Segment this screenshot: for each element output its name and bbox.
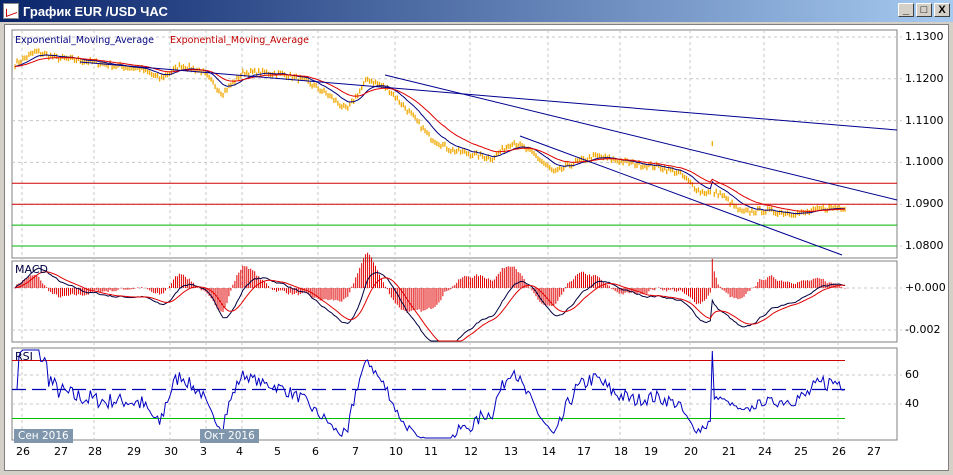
rsi-line <box>15 349 846 439</box>
date-tick: 14 <box>542 445 556 458</box>
date-tick: 28 <box>88 445 102 458</box>
rsi-tick: 60 <box>905 368 919 381</box>
price-tick: 1.1300 <box>905 30 944 43</box>
chart-canvas[interactable] <box>0 0 953 475</box>
date-tick: 7 <box>352 445 359 458</box>
legend-ema-slow: Exponential_Moving_Average <box>170 35 310 46</box>
legend-ema-fast: Exponential_Moving_Average <box>15 35 155 46</box>
price-tick: 1.0800 <box>905 239 944 252</box>
price-tick: 1.1000 <box>905 155 944 169</box>
price-tick: 1.1200 <box>905 71 944 85</box>
ema-slow-line <box>14 57 845 212</box>
date-tick: 21 <box>722 445 736 458</box>
date-tick: 24 <box>758 445 772 458</box>
date-tick: 11 <box>424 445 438 458</box>
date-tick: 27 <box>867 445 881 458</box>
month-badge: Окт 2016 <box>200 429 259 443</box>
rsi-label: RSI <box>15 350 33 363</box>
date-tick: 18 <box>614 445 628 458</box>
price-bars <box>14 48 846 218</box>
date-tick: 30 <box>164 445 178 458</box>
macd-signal-line <box>14 271 846 342</box>
date-tick: 12 <box>464 445 478 458</box>
date-tick: 3 <box>200 445 207 458</box>
trend-line <box>519 135 843 256</box>
date-tick: 27 <box>54 445 68 458</box>
price-tick: 1.0900 <box>905 197 944 211</box>
macd-histogram <box>16 252 846 313</box>
date-tick: 19 <box>644 445 658 458</box>
macd-tick: -0.002 <box>905 323 941 336</box>
rsi-tick: 40 <box>905 397 919 410</box>
macd-label: MACD <box>15 263 48 276</box>
date-tick: 10 <box>389 445 403 458</box>
date-tick: 4 <box>236 445 243 458</box>
trend-line <box>79 61 898 131</box>
price-tick: 1.1100 <box>905 113 944 127</box>
date-tick: 5 <box>274 445 281 458</box>
date-tick: 17 <box>577 445 591 458</box>
date-tick: 25 <box>794 445 808 458</box>
month-badge: Сен 2016 <box>14 429 73 443</box>
date-tick: 6 <box>312 445 319 458</box>
date-tick: 13 <box>504 445 518 458</box>
date-tick: 20 <box>684 445 698 458</box>
date-tick: 26 <box>16 445 30 458</box>
date-tick: 29 <box>127 445 141 458</box>
date-tick: 26 <box>832 445 846 458</box>
macd-tick: +0.000 <box>905 281 946 294</box>
